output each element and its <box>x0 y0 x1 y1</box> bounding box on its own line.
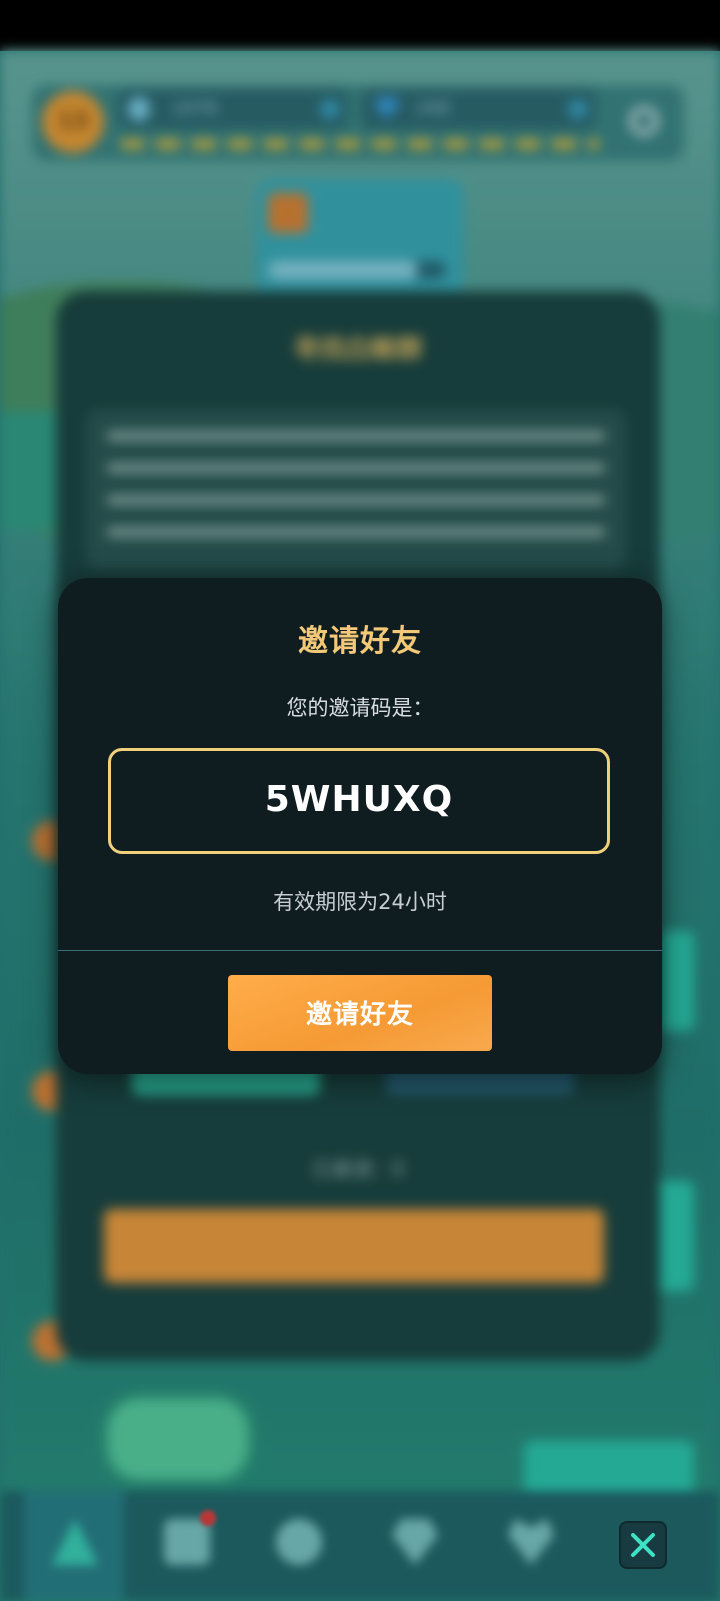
status-bar <box>0 0 720 51</box>
invite-friend-modal: 邀请好友 您的邀请码是： 5WHUXQ 有效期限为24小时 邀请好友 <box>58 578 662 1074</box>
invite-code: 5WHUXQ <box>264 779 454 820</box>
invite-code-label: 您的邀请码是： <box>286 696 434 720</box>
close-icon <box>631 1533 655 1557</box>
close-button[interactable] <box>619 1521 667 1569</box>
invite-code-box[interactable]: 5WHUXQ <box>108 748 610 854</box>
invite-friend-button[interactable]: 邀请好友 <box>228 975 492 1051</box>
expiry-note: 有效期限为24小时 <box>273 890 447 914</box>
modal-title: 邀请好友 <box>298 624 422 659</box>
divider <box>58 950 662 951</box>
